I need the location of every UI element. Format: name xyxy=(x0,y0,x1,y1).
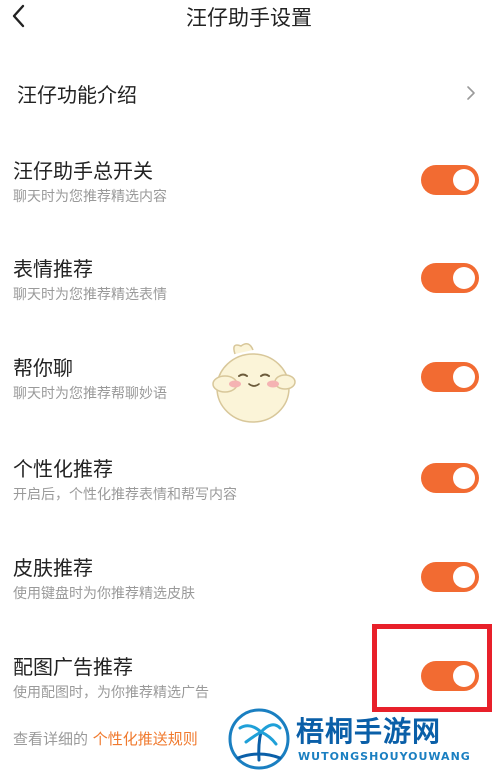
watermark-subtext: WUTONGSHOUYOUWANG xyxy=(298,750,471,763)
toggle-knob xyxy=(453,169,475,191)
top-bar: 汪仔助手设置 xyxy=(0,0,498,36)
highlight-box xyxy=(372,624,492,712)
setting-subtitle: 聊天时为您推荐精选内容 xyxy=(13,189,167,205)
setting-row-sticker-recommend: 表情推荐 聊天时为您推荐精选表情 xyxy=(0,253,498,313)
setting-title: 配图广告推荐 xyxy=(13,655,133,679)
setting-row-skin-recommend: 皮肤推荐 使用键盘时为你推荐精选皮肤 xyxy=(0,552,498,612)
setting-title: 个性化推荐 xyxy=(13,457,113,481)
personalization-rules-link[interactable]: 个性化推送规则 xyxy=(93,730,198,748)
feature-intro-row[interactable]: 汪仔功能介绍 xyxy=(0,70,498,116)
setting-title: 汪仔助手总开关 xyxy=(13,159,153,183)
setting-row-master-switch: 汪仔助手总开关 聊天时为您推荐精选内容 xyxy=(0,155,498,215)
setting-subtitle: 聊天时为您推荐精选表情 xyxy=(13,287,167,303)
setting-subtitle: 使用键盘时为你推荐精选皮肤 xyxy=(13,586,195,602)
setting-subtitle: 使用配图时，为你推荐精选广告 xyxy=(13,685,209,701)
setting-title: 皮肤推荐 xyxy=(13,556,93,580)
setting-subtitle: 开启后，个性化推荐表情和帮写内容 xyxy=(13,487,237,503)
skin-recommend-toggle[interactable] xyxy=(421,562,479,592)
personalized-toggle[interactable] xyxy=(421,463,479,493)
feature-intro-label: 汪仔功能介绍 xyxy=(17,83,137,107)
master-switch-toggle[interactable] xyxy=(421,165,479,195)
sticker-recommend-toggle[interactable] xyxy=(421,263,479,293)
setting-title: 表情推荐 xyxy=(13,257,93,281)
setting-row-personalized: 个性化推荐 开启后，个性化推荐表情和帮写内容 xyxy=(0,453,498,513)
palm-tree-logo-icon xyxy=(228,708,290,770)
setting-title: 帮你聊 xyxy=(13,356,73,380)
footer-prefix: 查看详细的 xyxy=(13,730,89,748)
page-title: 汪仔助手设置 xyxy=(186,6,312,30)
toggle-knob xyxy=(453,467,475,489)
chat-help-toggle[interactable] xyxy=(421,362,479,392)
toggle-knob xyxy=(453,566,475,588)
mascot-illustration xyxy=(212,343,296,423)
footer-note: 查看详细的 个性化推送规则 xyxy=(13,728,198,749)
setting-subtitle: 聊天时为您推荐帮聊妙语 xyxy=(13,386,167,402)
watermark-name: 梧桐手游网 xyxy=(296,715,442,748)
watermark: 梧桐手游网 WUTONGSHOUYOUWANG xyxy=(228,706,496,772)
toggle-knob xyxy=(453,267,475,289)
toggle-knob xyxy=(453,366,475,388)
chevron-right-icon xyxy=(467,86,475,100)
